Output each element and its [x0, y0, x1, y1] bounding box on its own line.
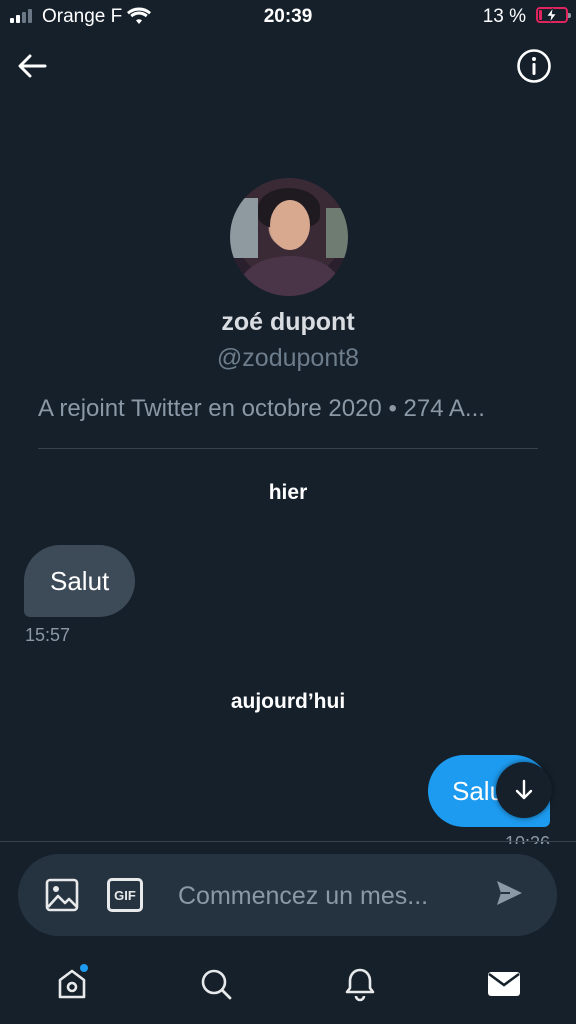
messages-icon — [488, 972, 520, 996]
gif-button[interactable]: GIF — [107, 878, 143, 912]
message-timestamp: 15:57 — [25, 625, 71, 645]
battery-fill — [539, 10, 542, 20]
image-icon — [45, 878, 79, 912]
date-separator-yesterday: hier — [268, 481, 308, 504]
arrow-left-icon — [18, 54, 47, 78]
profile-display-name[interactable]: zoé dupont — [0, 308, 576, 337]
gif-label: GIF — [114, 887, 136, 903]
scroll-to-bottom-button[interactable] — [496, 762, 552, 818]
battery-percent: 13 % — [482, 6, 526, 27]
tab-notifications[interactable] — [338, 962, 382, 1006]
send-button[interactable] — [494, 878, 528, 912]
message-timestamp: 10:26 — [504, 834, 550, 844]
unread-indicator — [80, 964, 88, 972]
tab-search[interactable] — [194, 962, 238, 1006]
notifications-icon — [345, 968, 375, 1002]
back-button[interactable] — [14, 48, 50, 84]
composer-divider — [0, 841, 576, 842]
arrow-down-icon — [515, 779, 533, 800]
tab-messages[interactable] — [482, 962, 526, 1006]
profile-handle[interactable]: @zodupont8 — [0, 344, 576, 373]
message-input[interactable] — [176, 870, 480, 922]
message-text: Salut — [50, 565, 110, 596]
info-circle-icon — [517, 49, 551, 83]
send-icon — [497, 881, 522, 905]
profile-joined-info: A rejoint Twitter en octobre 2020 • 274 … — [38, 395, 485, 422]
search-icon — [201, 969, 232, 1000]
status-bar: Orange F 20:39 13 % — [0, 0, 576, 34]
date-separator-today: aujourd’hui — [230, 690, 346, 713]
battery-icon — [536, 7, 571, 23]
add-media-button[interactable] — [44, 877, 80, 913]
divider — [38, 448, 538, 449]
avatar[interactable] — [230, 178, 348, 296]
incoming-message-bubble[interactable]: Salut — [24, 545, 136, 617]
conversation-info-button[interactable] — [516, 48, 552, 84]
